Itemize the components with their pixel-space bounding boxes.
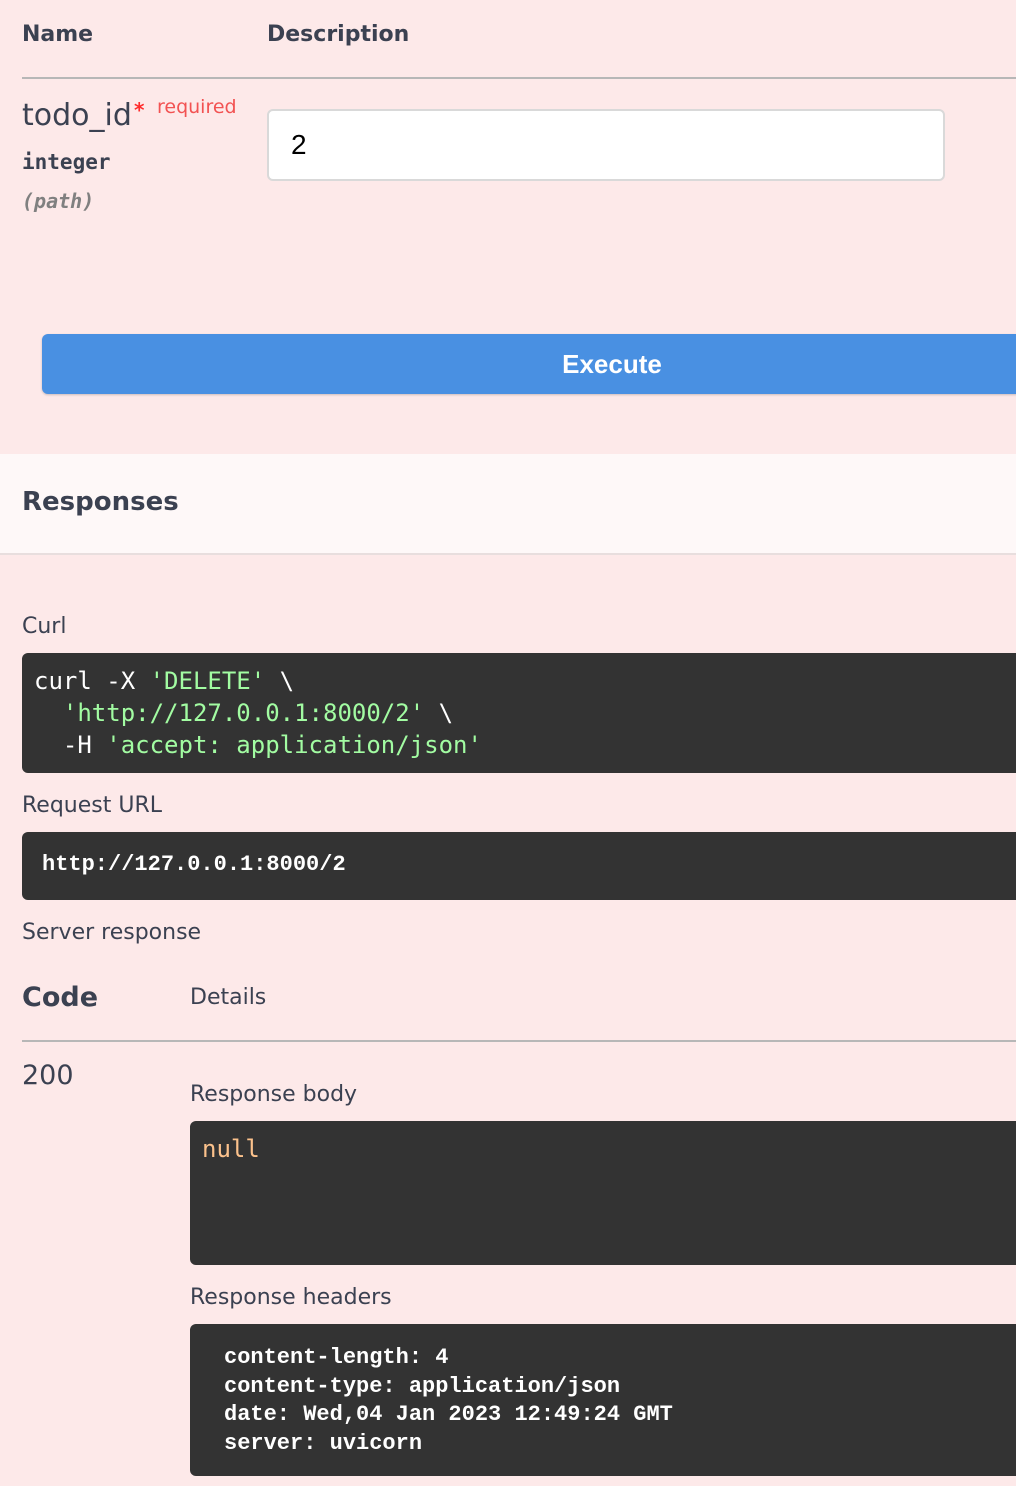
response-header-line: content-length: 4 bbox=[224, 1345, 449, 1370]
line-continuation: \ bbox=[265, 667, 295, 695]
parameter-location: (path) bbox=[22, 189, 95, 213]
response-body: null bbox=[202, 1135, 260, 1163]
parameter-type: integer bbox=[22, 150, 111, 174]
response-status-code: 200 bbox=[22, 1060, 74, 1091]
curl-command: curl -X bbox=[34, 667, 150, 695]
parameters-table-header: Name Description bbox=[22, 0, 1016, 79]
response-header-line: date: Wed,04 Jan 2023 12:49:24 GMT bbox=[224, 1402, 673, 1427]
response-headers-block[interactable]: content-length: 4 content-type: applicat… bbox=[190, 1324, 1016, 1476]
request-url-label: Request URL bbox=[22, 793, 163, 818]
response-table-header: Code Details bbox=[22, 970, 1016, 1042]
response-body-label: Response body bbox=[190, 1082, 358, 1107]
curl-label: Curl bbox=[22, 614, 67, 639]
server-response-label: Server response bbox=[22, 920, 202, 945]
required-asterisk: * bbox=[134, 98, 145, 122]
responses-header: Responses bbox=[0, 454, 1016, 555]
responses-title: Responses bbox=[22, 487, 179, 517]
response-body-block[interactable]: null bbox=[190, 1121, 1016, 1265]
curl-url: 'http://127.0.0.1:8000/2' bbox=[62, 699, 425, 727]
column-header-code: Code bbox=[22, 982, 99, 1013]
request-url-block[interactable]: http://127.0.0.1:8000/2 bbox=[22, 832, 1016, 900]
required-label: required bbox=[157, 96, 237, 118]
curl-header-flag: -H bbox=[34, 731, 107, 759]
curl-method: 'DELETE' bbox=[149, 667, 266, 695]
parameter-name: todo_id bbox=[22, 98, 132, 133]
curl-line-3: -H 'accept: application/json' bbox=[34, 729, 1016, 761]
response-header-line: content-type: application/json bbox=[224, 1373, 621, 1399]
execute-button-label: Execute bbox=[562, 349, 662, 379]
curl-code-block[interactable]: curl -X 'DELETE' \ 'http://127.0.0.1:800… bbox=[22, 653, 1016, 773]
curl-line-1: curl -X 'DELETE' \ bbox=[34, 665, 1016, 697]
todo-id-input[interactable] bbox=[267, 109, 945, 181]
column-header-name: Name bbox=[22, 22, 94, 47]
line-continuation: \ bbox=[424, 699, 454, 727]
curl-header-value: 'accept: application/json' bbox=[106, 731, 482, 759]
column-header-details: Details bbox=[190, 985, 267, 1010]
column-header-description: Description bbox=[267, 22, 410, 47]
curl-line-2: 'http://127.0.0.1:8000/2' \ bbox=[34, 697, 1016, 729]
request-url: http://127.0.0.1:8000/2 bbox=[42, 852, 346, 877]
response-header-line: server: uvicorn bbox=[224, 1430, 423, 1456]
response-headers-label: Response headers bbox=[190, 1285, 392, 1310]
swagger-operation-panel: Name Description todo_id * required inte… bbox=[0, 0, 1016, 1486]
execute-button[interactable]: Execute bbox=[42, 334, 1016, 394]
